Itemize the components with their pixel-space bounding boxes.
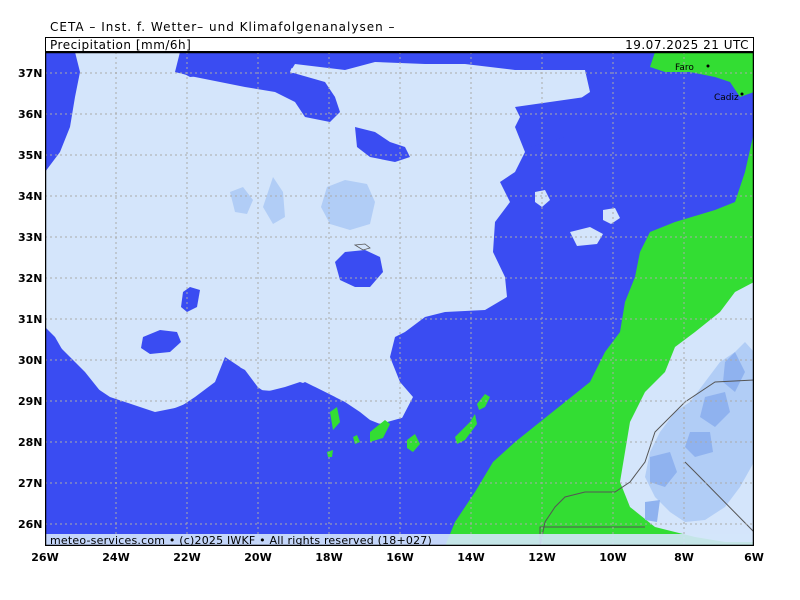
lat-label: 33N (18, 231, 43, 244)
map-title-bar: Precipitation [mm/6h] 19.07.2025 21 UTC (45, 37, 754, 52)
parameter-label: Precipitation [mm/6h] (50, 38, 192, 52)
lat-label: 31N (18, 313, 43, 326)
lat-label: 36N (18, 108, 43, 121)
lat-label: 29N (18, 395, 43, 408)
city-marker (706, 64, 710, 68)
institute-header: CETA – Inst. f. Wetter– und Klimafolgena… (50, 20, 396, 34)
lon-label: 12W (528, 551, 556, 564)
lon-label: 14W (457, 551, 485, 564)
lat-label: 34N (18, 190, 43, 203)
city-label-faro: Faro (675, 63, 694, 73)
copyright-credit: meteo-services.com • (c)2025 IWKF • All … (50, 534, 432, 547)
city-marker (740, 92, 744, 96)
lat-label: 26N (18, 518, 43, 531)
lat-label: 35N (18, 149, 43, 162)
lon-label: 10W (599, 551, 627, 564)
city-label-cadiz: Cadiz (714, 93, 739, 103)
lon-label: 16W (386, 551, 414, 564)
lat-label: 32N (18, 272, 43, 285)
lon-label: 20W (244, 551, 272, 564)
lat-label: 28N (18, 436, 43, 449)
lon-label: 18W (315, 551, 343, 564)
lon-label: 26W (31, 551, 59, 564)
lon-label: 6W (744, 551, 764, 564)
precipitation-map: Faro Cadiz (45, 52, 754, 546)
lat-label: 37N (18, 67, 43, 80)
lat-label: 30N (18, 354, 43, 367)
lon-label: 24W (102, 551, 130, 564)
lat-label: 27N (18, 477, 43, 490)
valid-time: 19.07.2025 21 UTC (625, 38, 749, 52)
lon-label: 22W (173, 551, 201, 564)
lon-label: 8W (674, 551, 694, 564)
